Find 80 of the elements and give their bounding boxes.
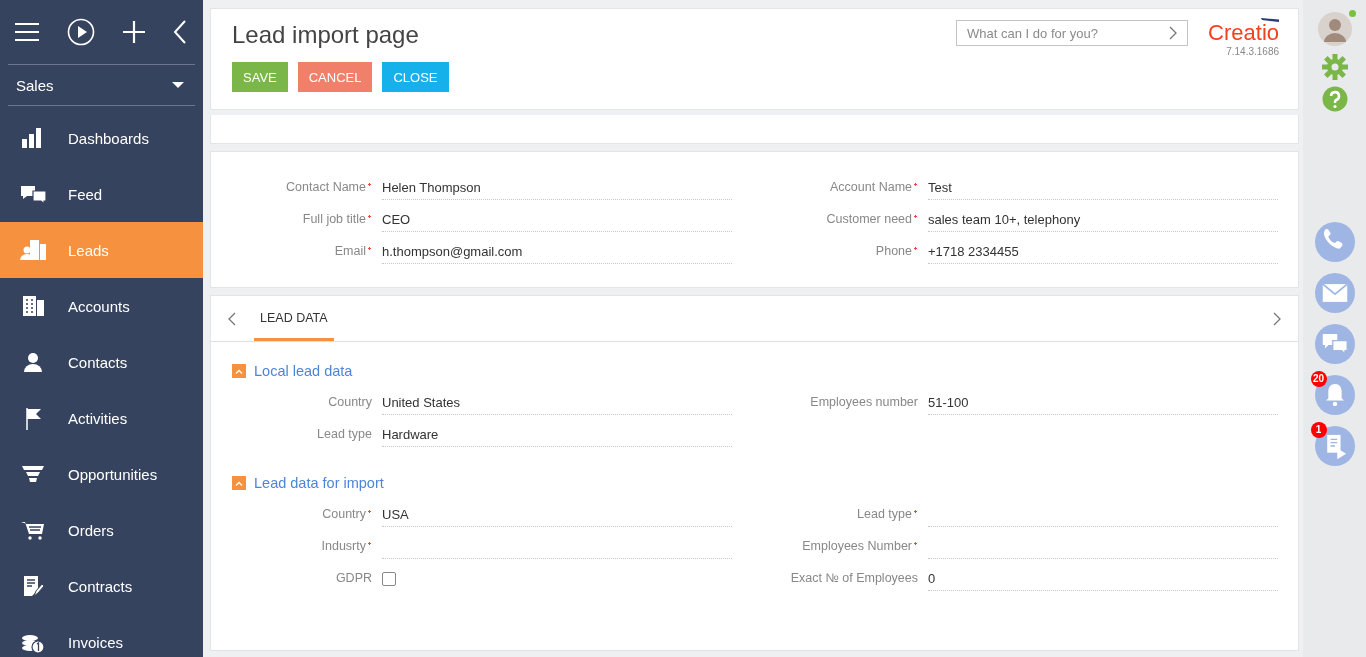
input-field[interactable]: 0 (928, 563, 1278, 591)
building-icon (20, 294, 46, 318)
input-field[interactable]: Hardware (382, 419, 732, 447)
section-title[interactable]: Local lead data (254, 363, 353, 379)
play-icon[interactable] (67, 18, 95, 46)
field-label: Indusrty (211, 531, 382, 563)
chevron-right-icon (1169, 26, 1178, 40)
nav-item[interactable]: Contacts (0, 334, 203, 390)
input-field[interactable]: +1718 2334455 (928, 236, 1278, 264)
nav-item[interactable]: Dashboards (0, 110, 203, 166)
logo: Creatio (1208, 22, 1279, 44)
phone-icon[interactable] (1314, 222, 1355, 262)
notification-count: 1 (1310, 422, 1327, 438)
collapse-toggle[interactable] (232, 476, 246, 490)
workplace-name: Sales (16, 76, 54, 94)
field-label: Full job title (211, 204, 382, 236)
avatar-icon[interactable] (1317, 12, 1352, 46)
required-mark (367, 246, 372, 251)
collapse-chevron-icon[interactable] (173, 20, 187, 44)
chevron-up-icon (235, 480, 243, 486)
required-mark (913, 182, 918, 187)
envelope-icon[interactable] (1314, 273, 1355, 313)
document-play-icon[interactable] (1314, 426, 1355, 466)
chevron-left-icon[interactable] (228, 311, 236, 326)
input-field[interactable]: Test (928, 172, 1278, 200)
chevron-up-icon (235, 368, 243, 374)
field-label: Customer need (757, 204, 928, 236)
field-label: Lead type (757, 499, 928, 531)
input-field[interactable]: USA (382, 499, 732, 527)
required-mark (367, 509, 372, 514)
input-field[interactable]: sales team 10+, telephony (928, 204, 1278, 232)
checkbox[interactable] (382, 572, 396, 586)
field-label: Lead type (316, 426, 373, 443)
menu-icon[interactable] (15, 22, 39, 42)
bell-icon[interactable] (1314, 375, 1355, 415)
field-label: Employees Number (757, 531, 928, 563)
field-label: Country (327, 394, 373, 411)
required-mark (367, 182, 372, 187)
tab[interactable]: LEAD DATA (254, 296, 334, 341)
notification-count: 20 (1310, 371, 1327, 387)
chevron-right-icon[interactable] (1273, 311, 1281, 326)
required-mark (913, 509, 918, 514)
field-label: Email (211, 236, 382, 268)
input-field[interactable]: Helen Thompson (382, 172, 732, 200)
person-building-icon (20, 238, 46, 262)
field-label: Exact № of Employees (789, 570, 919, 587)
nav-item[interactable]: Activities (0, 390, 203, 446)
field-label: Contact Name (211, 172, 382, 204)
dropdown-caret-icon (172, 82, 184, 88)
input-field[interactable]: h.thompson@gmail.com (382, 236, 732, 264)
field-label: Country (211, 499, 382, 531)
version-number: 7.14.3.1686 (1226, 46, 1279, 57)
required-mark (367, 541, 372, 546)
required-mark (367, 214, 372, 219)
nav-item[interactable]: Invoices (0, 614, 203, 657)
help-icon[interactable] (1321, 86, 1348, 112)
workplace-dropdown[interactable]: Sales (8, 64, 195, 106)
logo-swoosh-icon (1261, 18, 1279, 22)
input-field[interactable]: CEO (382, 204, 732, 232)
required-mark (913, 214, 918, 219)
nav-item[interactable]: Contracts (0, 558, 203, 614)
nav-item[interactable]: Feed (0, 166, 203, 222)
plus-icon[interactable] (123, 21, 145, 43)
section-title[interactable]: Lead data for import (254, 475, 384, 491)
nav-item[interactable]: Accounts (0, 278, 203, 334)
search-field[interactable]: What can I do for you? (956, 20, 1189, 46)
required-mark (913, 246, 918, 251)
page-title: Lead import page (232, 21, 420, 49)
nav-item[interactable]: Orders (0, 502, 203, 558)
collapse-toggle[interactable] (232, 364, 246, 378)
field-label: Account Name (757, 172, 928, 204)
input-field[interactable]: United States (382, 387, 732, 415)
settings-icon[interactable] (1321, 54, 1348, 80)
field-label: Phone (757, 236, 928, 268)
speech-bubbles-icon[interactable] (1314, 324, 1355, 364)
input-field[interactable]: 51-100 (928, 387, 1278, 415)
field-label: GDPR (334, 570, 373, 587)
nav-item[interactable]: Opportunities (0, 446, 203, 502)
field-label: Employees number (809, 394, 919, 411)
required-mark (913, 541, 918, 546)
